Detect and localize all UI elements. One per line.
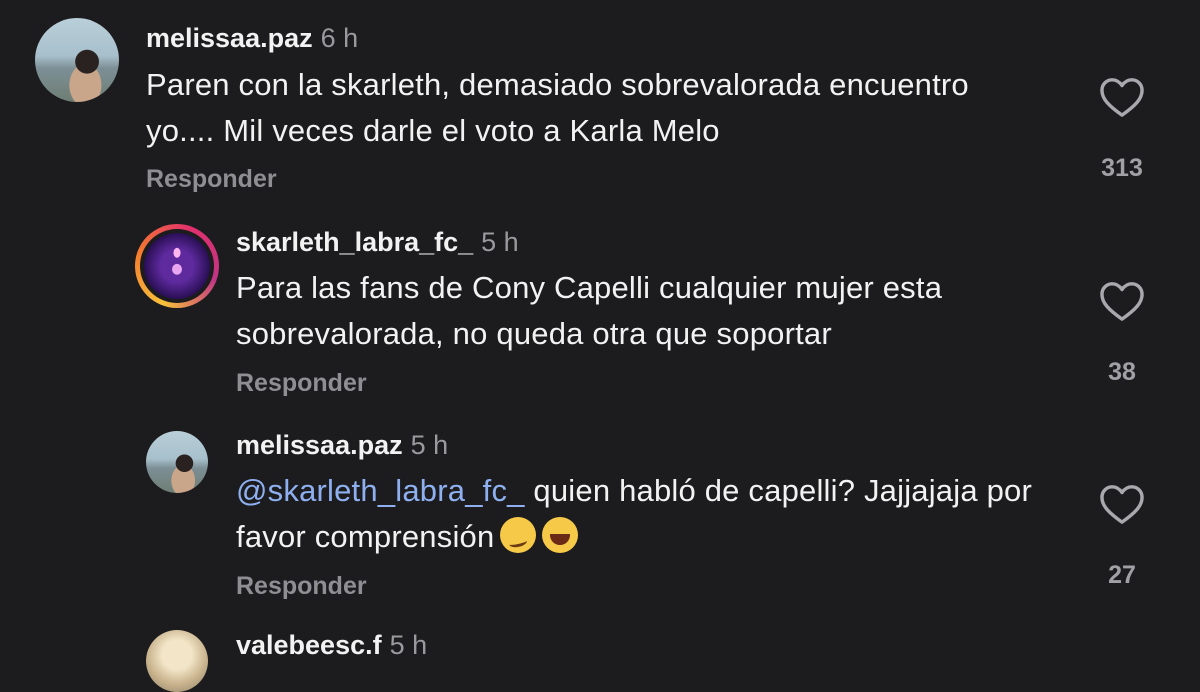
comment-username[interactable]: melissaa.paz xyxy=(146,23,313,53)
comment-timestamp: 5 h xyxy=(389,630,428,660)
like-count: 313 xyxy=(1101,154,1143,182)
comment-username[interactable]: skarleth_labra_fc_ xyxy=(236,227,473,257)
like-count: 38 xyxy=(1108,358,1136,386)
like-group: 38 xyxy=(1082,280,1162,387)
avatar[interactable] xyxy=(35,18,119,102)
reply-button[interactable]: Responder xyxy=(236,369,367,398)
avatar[interactable] xyxy=(135,224,219,308)
like-count: 27 xyxy=(1108,561,1136,589)
heart-outline-icon[interactable] xyxy=(1099,280,1145,322)
avatar[interactable] xyxy=(146,431,208,493)
comment-username[interactable]: melissaa.paz xyxy=(236,430,403,460)
rolling-on-floor-laughing-emoji xyxy=(542,517,579,553)
like-group: 27 xyxy=(1082,483,1162,590)
heart-outline-icon[interactable] xyxy=(1099,483,1145,525)
comment-text: Para las fans de Cony Capelli cualquier … xyxy=(236,270,943,351)
woozy-face-emoji xyxy=(500,517,537,553)
comment-username[interactable]: valebeesc.f xyxy=(236,630,382,660)
mention-link[interactable]: @skarleth_labra_fc_ xyxy=(236,473,525,508)
comment-timestamp: 5 h xyxy=(481,227,519,257)
reply-button[interactable]: Responder xyxy=(236,572,367,601)
comment-timestamp: 6 h xyxy=(320,23,359,53)
like-group: 313 xyxy=(1082,76,1162,183)
avatar[interactable] xyxy=(146,630,208,692)
reply-button[interactable]: Responder xyxy=(146,165,277,194)
comment-text: @skarleth_labra_fc_ quien habló de capel… xyxy=(236,468,1056,560)
comment-timestamp: 5 h xyxy=(410,430,449,460)
heart-outline-icon[interactable] xyxy=(1099,76,1145,118)
comment-text: Paren con la skarleth, demasiado sobreva… xyxy=(146,67,969,148)
